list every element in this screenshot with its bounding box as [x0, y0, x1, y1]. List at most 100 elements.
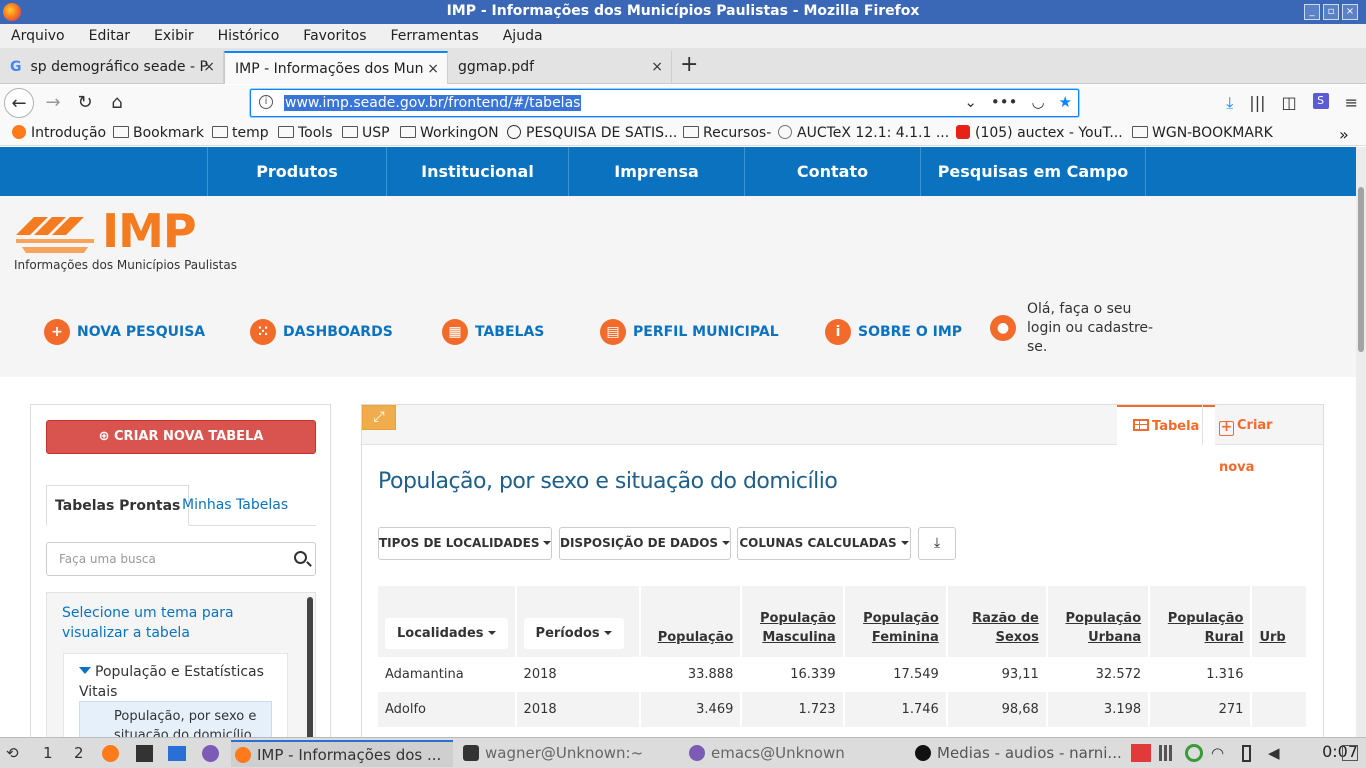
bookmark-folder[interactable]: USP: [342, 125, 390, 141]
menu-arquivo[interactable]: Arquivo: [11, 28, 65, 44]
bookmark-folder[interactable]: Recursos-: [683, 125, 771, 141]
terminal-launcher-icon[interactable]: [136, 745, 153, 762]
page-actions-icon[interactable]: •••: [991, 93, 1018, 111]
extension-icon[interactable]: S: [1312, 93, 1329, 109]
app-menu-icon[interactable]: ⟲: [6, 744, 19, 762]
theme-item-populacao[interactable]: População, por sexo e situação do domicí…: [79, 701, 272, 737]
cpu-monitor-icon[interactable]: [1159, 745, 1175, 761]
bookmark-folder[interactable]: WGN-BOOKMARK: [1132, 125, 1273, 141]
nav-imprensa[interactable]: Imprensa: [568, 147, 744, 196]
page-scrollbar[interactable]: [1356, 147, 1366, 737]
tab-tabela[interactable]: Tabela: [1117, 405, 1216, 445]
battery-icon[interactable]: [1242, 745, 1251, 762]
column-header-populacao-urbana[interactable]: População Urbana: [1047, 586, 1151, 657]
disposicao-de-dados-dropdown[interactable]: DISPOSIÇÃO DE DADOS: [559, 527, 731, 560]
nav-nova-pesquisa[interactable]: + NOVA PESQUISA: [44, 317, 205, 347]
search-icon[interactable]: [294, 551, 307, 564]
nav-tabelas[interactable]: ▦ TABELAS: [442, 317, 544, 347]
maximize-button[interactable]: ▫: [1323, 4, 1339, 20]
nav-produtos[interactable]: Produtos: [207, 147, 386, 196]
url-text[interactable]: www.imp.seade.gov.br/frontend/#/tabelas: [284, 95, 582, 111]
column-header-urb[interactable]: Urb: [1252, 586, 1308, 657]
tab-sp-demografico[interactable]: G sp demográfico seade - P ×: [0, 51, 224, 84]
nav-pesquisas-em-campo[interactable]: Pesquisas em Campo: [920, 147, 1146, 196]
bookmark-folder[interactable]: Tools: [278, 125, 333, 141]
close-tab-icon[interactable]: ×: [423, 61, 439, 77]
url-bar[interactable]: i www.imp.seade.gov.br/frontend/#/tabela…: [250, 89, 1079, 117]
hamburger-menu-icon[interactable]: ≡: [1345, 93, 1358, 113]
forward-button[interactable]: →: [38, 88, 68, 118]
reload-button[interactable]: ↻: [70, 88, 100, 118]
bookmark-folder[interactable]: Bookmark: [113, 125, 204, 141]
taskbar-window-terminal[interactable]: wagner@Unknown:~: [459, 740, 679, 767]
nav-institucional[interactable]: Institucional: [386, 147, 568, 196]
periodos-filter-button[interactable]: Períodos: [523, 618, 624, 649]
menu-ajuda[interactable]: Ajuda: [503, 28, 543, 44]
tray-app-icon[interactable]: [1131, 744, 1151, 762]
info-icon[interactable]: i: [259, 95, 273, 109]
taskbar-window-emacs[interactable]: emacs@Unknown: [685, 740, 905, 767]
column-header-populacao-feminina[interactable]: População Feminina: [844, 586, 948, 657]
minimize-button[interactable]: _: [1304, 4, 1320, 20]
tab-imp[interactable]: IMP - Informações dos Munic ×: [224, 51, 448, 84]
bookmark-introducao[interactable]: Introdução: [12, 125, 106, 141]
expand-icon[interactable]: ⤢: [362, 405, 396, 430]
pocket-icon[interactable]: ◡: [1031, 93, 1044, 111]
bookmark-youtube[interactable]: (105) auctex - YouT...: [956, 125, 1123, 141]
bookmark-folder[interactable]: temp: [212, 125, 269, 141]
bookmark-pesquisa[interactable]: PESQUISA DE SATIS...: [507, 125, 677, 141]
nav-perfil-municipal[interactable]: ▤ PERFIL MUNICIPAL: [600, 317, 779, 347]
tab-minhas-tabelas[interactable]: Minhas Tabelas: [174, 485, 296, 526]
download-icon[interactable]: ⤓: [1226, 93, 1233, 113]
status-circle-icon[interactable]: [1185, 744, 1203, 762]
imp-logo-text[interactable]: IMP: [102, 204, 197, 258]
tab-tabelas-prontas[interactable]: Tabelas Prontas: [46, 485, 190, 526]
page-scrollbar-thumb[interactable]: [1358, 187, 1364, 352]
close-tab-icon[interactable]: ×: [647, 59, 663, 75]
tipos-de-localidades-dropdown[interactable]: TIPOS DE LOCALIDADES: [378, 527, 552, 560]
create-table-button[interactable]: ⊕ CRIAR NOVA TABELA: [46, 420, 316, 454]
workspace-1[interactable]: 1: [43, 744, 53, 762]
column-header-populacao-masculina[interactable]: População Masculina: [742, 586, 845, 657]
taskbar-window-media[interactable]: Medias - audios - narni...: [911, 740, 1126, 767]
sidebar-icon[interactable]: ◫: [1281, 93, 1296, 113]
tab-criar-nova[interactable]: + Criar nova: [1202, 405, 1323, 475]
theme-list-scrollbar[interactable]: [307, 597, 313, 737]
download-icon[interactable]: ⤓: [918, 527, 956, 560]
show-desktop-icon[interactable]: [1342, 745, 1358, 761]
emacs-launcher-icon[interactable]: [202, 745, 219, 762]
file-manager-launcher-icon[interactable]: [168, 746, 186, 761]
nav-contato[interactable]: Contato: [744, 147, 920, 196]
bookmark-star-icon[interactable]: ★: [1059, 93, 1072, 111]
column-header-razao-de-sexos[interactable]: Razão de Sexos: [947, 586, 1048, 657]
imp-logo-mark[interactable]: [14, 213, 96, 253]
firefox-launcher-icon[interactable]: [102, 745, 119, 762]
home-button[interactable]: ⌂: [102, 88, 132, 118]
new-tab-button[interactable]: +: [680, 52, 698, 77]
close-tab-icon[interactable]: ×: [199, 59, 215, 75]
menu-favoritos[interactable]: Favoritos: [303, 28, 366, 44]
localidades-filter-button[interactable]: Localidades: [385, 618, 508, 649]
volume-icon[interactable]: ◀: [1268, 744, 1280, 762]
menu-ferramentas[interactable]: Ferramentas: [391, 28, 479, 44]
wifi-icon[interactable]: ◠: [1211, 744, 1224, 762]
close-window-button[interactable]: ×: [1342, 4, 1358, 20]
tab-ggmap[interactable]: ggmap.pdf ×: [448, 51, 672, 84]
login-link[interactable]: ● Olá, faça o seu login ou cadastre-se.: [990, 301, 1167, 355]
url-dropdown-icon[interactable]: ⌄: [964, 93, 977, 111]
bookmark-folder[interactable]: WorkingON: [400, 125, 499, 141]
taskbar-window-firefox[interactable]: IMP - Informações dos ...: [231, 740, 453, 767]
menu-historico[interactable]: Histórico: [218, 28, 280, 44]
bookmarks-overflow-icon[interactable]: »: [1339, 125, 1349, 144]
colunas-calculadas-dropdown[interactable]: COLUNAS CALCULADAS: [737, 527, 911, 560]
bookmark-auctex[interactable]: AUCTeX 12.1: 4.1.1 ...: [778, 125, 949, 141]
workspace-2[interactable]: 2: [74, 744, 84, 762]
nav-sobre-o-imp[interactable]: i SOBRE O IMP: [825, 317, 962, 347]
menu-exibir[interactable]: Exibir: [154, 28, 194, 44]
column-header-populacao-rural[interactable]: População Rural: [1150, 586, 1253, 657]
nav-dashboards[interactable]: ⁙ DASHBOARDS: [250, 317, 393, 347]
library-icon[interactable]: |||: [1249, 93, 1265, 113]
column-header-populacao[interactable]: População: [640, 586, 743, 657]
theme-group-title[interactable]: População e Estatísticas Vitais: [79, 662, 279, 702]
back-button[interactable]: ←: [4, 88, 34, 118]
